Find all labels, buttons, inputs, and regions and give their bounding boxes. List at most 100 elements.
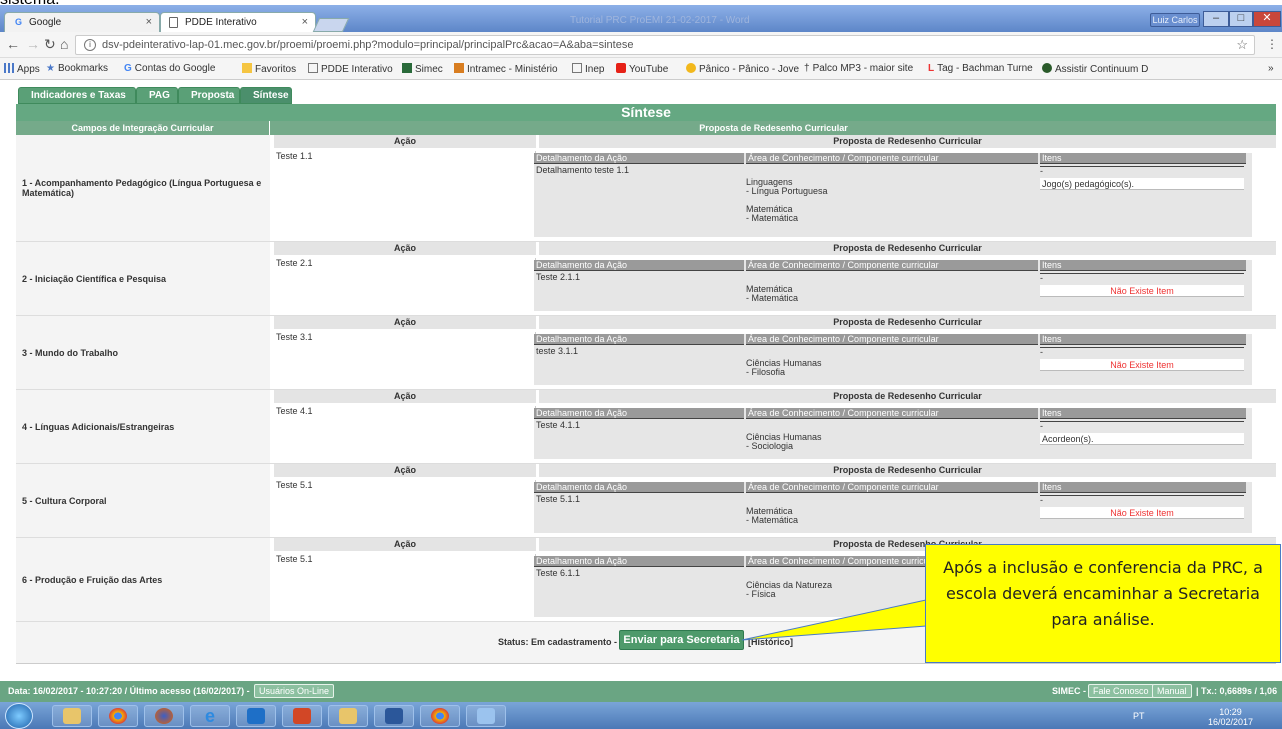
history-link[interactable]: [Histórico]: [748, 637, 793, 647]
explorer-taskbar-button[interactable]: [52, 705, 92, 727]
outlook-taskbar-button[interactable]: [236, 705, 276, 727]
url-input[interactable]: i dsv-pdeinterativo-lap-01.mec.gov.br/pr…: [75, 35, 1255, 55]
itens-header: Itens: [1040, 334, 1246, 345]
itens-cell: - Jogo(s) pedagógico(s).: [1040, 166, 1244, 190]
tray-time: 10:29: [1219, 707, 1242, 717]
minimize-button[interactable]: –: [1203, 11, 1229, 27]
tab-pag[interactable]: PAG: [136, 87, 178, 104]
apps-icon: [4, 63, 14, 73]
detalhamento-value: Teste 6.1.1: [536, 568, 581, 578]
detail-subtable: Detalhamento da Ação Área de Conheciment…: [534, 334, 1252, 385]
word-icon: [385, 708, 403, 724]
acao-value: Teste 3.1: [274, 332, 536, 385]
page-icon: [572, 63, 582, 73]
detalhamento-value: teste 3.1.1: [536, 346, 579, 356]
no-item-label: Não Existe Item: [1040, 359, 1244, 371]
status-text: Status: Em cadastramento -: [498, 637, 618, 647]
bookmark-continuum[interactable]: Assistir Continuum D: [1042, 63, 1148, 75]
acao-header: Ação: [274, 135, 536, 148]
continuum-icon: [1042, 63, 1052, 73]
window-taskbar-button[interactable]: [466, 705, 506, 727]
close-icon[interactable]: ×: [302, 16, 308, 28]
area-line: Matemática: [746, 284, 793, 294]
tab-label: Google: [29, 17, 62, 28]
acao-header: Ação: [274, 538, 536, 551]
send-to-secretaria-button[interactable]: Enviar para Secretaria: [619, 630, 744, 650]
tab-pdde-interativo[interactable]: PDDE Interativo ×: [160, 12, 316, 32]
bookmark-intramec[interactable]: Intramec - Ministério: [454, 63, 558, 75]
user-profile-button[interactable]: Luiz Carlos: [1150, 13, 1200, 27]
powerpoint-taskbar-button[interactable]: [282, 705, 322, 727]
manual-button[interactable]: Manual: [1152, 684, 1192, 698]
chrome-taskbar-button[interactable]: [98, 705, 138, 727]
area-list: Matemática - Matemática: [746, 506, 798, 525]
menu-icon[interactable]: ⋮: [1266, 37, 1278, 51]
chrome-icon: [109, 708, 127, 724]
folder-icon: [63, 708, 81, 724]
simec-label: SIMEC -: [1052, 686, 1087, 696]
tab-indicadores[interactable]: Indicadores e Taxas: [18, 87, 136, 104]
ie-taskbar-button[interactable]: e: [190, 705, 230, 727]
bookmark-tag[interactable]: L Tag - Bachman Turne: [928, 63, 1033, 74]
online-users-button[interactable]: Usuários On-Line: [254, 684, 335, 698]
reload-icon[interactable]: ↻: [44, 36, 56, 53]
itens-header: Itens: [1040, 260, 1246, 271]
proposta-header: Proposta de Redesenho Curricular: [539, 135, 1276, 148]
folder2-taskbar-button[interactable]: [328, 705, 368, 727]
close-icon[interactable]: ×: [146, 16, 152, 28]
tray-language[interactable]: PT: [1133, 711, 1145, 721]
proposta-header: Proposta de Redesenho Curricular: [539, 464, 1276, 477]
bookmark-palco-mp3[interactable]: † Palco MP3 - maior site: [804, 63, 913, 74]
bookmark-contas-google[interactable]: G Contas do Google: [124, 63, 215, 74]
forward-icon[interactable]: →: [26, 36, 40, 52]
bookmark-panico[interactable]: Pânico - Pânico - Jove: [686, 63, 799, 75]
bookmark-apps[interactable]: Apps: [4, 63, 40, 75]
bookmark-favoritos[interactable]: Favoritos: [242, 63, 296, 75]
table-row: 2 - Iniciação Científica e Pesquisa Ação…: [16, 242, 1276, 316]
no-item-label: Não Existe Item: [1040, 507, 1244, 519]
new-tab-button[interactable]: [312, 18, 350, 32]
close-window-button[interactable]: ✕: [1253, 11, 1281, 27]
detalhamento-value: Teste 2.1.1: [536, 272, 581, 282]
bookmark-bookmarks[interactable]: ★ Bookmarks: [46, 63, 108, 74]
tab-google[interactable]: G Google ×: [4, 12, 160, 32]
area-line: Matemática: [746, 506, 793, 516]
area-list: Ciências Humanas - Sociologia: [746, 432, 822, 451]
word-taskbar-button[interactable]: [374, 705, 414, 727]
area-header: Área de Conhecimento / Componente curric…: [746, 482, 1038, 493]
start-button[interactable]: [5, 703, 33, 729]
tab-proposta[interactable]: Proposta: [178, 87, 240, 104]
tab-sintese[interactable]: Síntese: [240, 87, 292, 104]
bookmark-simec[interactable]: Simec: [402, 63, 443, 75]
tray-clock[interactable]: 10:29 16/02/2017: [1208, 707, 1253, 727]
home-icon[interactable]: ⌂: [60, 36, 68, 52]
back-icon[interactable]: ←: [6, 36, 20, 52]
campo-label: 6 - Produção e Fruição das Artes: [16, 538, 270, 621]
star-icon[interactable]: ☆: [1236, 37, 1248, 53]
detalhamento-header: Detalhamento da Ação: [534, 153, 744, 164]
area-line: - Matemática: [746, 213, 799, 223]
more-bookmarks-icon[interactable]: »: [1268, 63, 1274, 74]
detalhamento-header: Detalhamento da Ação: [534, 334, 744, 345]
info-icon[interactable]: i: [84, 39, 96, 51]
bookmark-youtube[interactable]: YouTube: [616, 63, 668, 75]
detalhamento-value: Detalhamento teste 1.1: [536, 165, 630, 175]
maximize-button[interactable]: □: [1229, 11, 1253, 27]
area-line: - Sociologia: [746, 441, 794, 451]
proposta-header: Proposta de Redesenho Curricular: [539, 390, 1276, 403]
acao-value: Teste 5.1: [274, 554, 536, 617]
folder-icon: [242, 63, 252, 73]
contact-button[interactable]: Fale Conosco: [1088, 684, 1154, 698]
ie-icon: e: [204, 706, 215, 726]
firefox-taskbar-button[interactable]: [144, 705, 184, 727]
star-icon: ★: [46, 63, 55, 74]
detalhamento-header: Detalhamento da Ação: [534, 260, 744, 271]
footer-date: Data: 16/02/2017 - 10:27:20 / Último ace…: [8, 686, 250, 696]
bookmark-inep[interactable]: Inep: [572, 63, 604, 75]
acao-header: Ação: [274, 316, 536, 329]
acao-value: Teste 5.1: [274, 480, 536, 533]
table-row: 4 - Línguas Adicionais/Estrangeiras Ação…: [16, 390, 1276, 464]
chrome2-taskbar-button[interactable]: [420, 705, 460, 727]
bookmark-pdde[interactable]: PDDE Interativo: [308, 63, 393, 75]
area-line: - Física: [746, 589, 776, 599]
